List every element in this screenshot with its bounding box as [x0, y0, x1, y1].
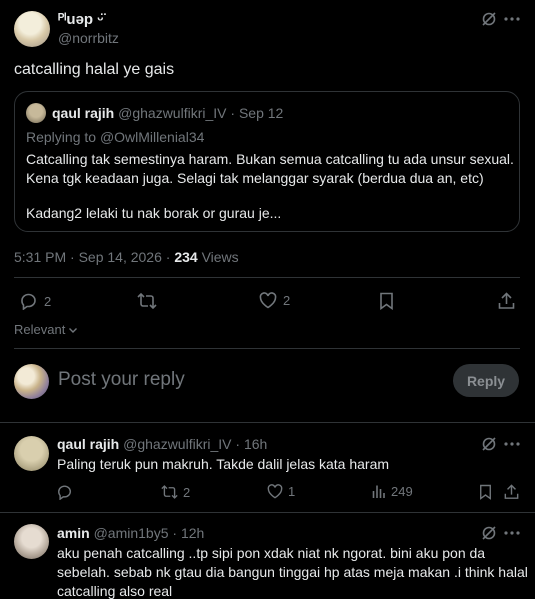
reply-2-handle[interactable]: @amin1by5	[94, 525, 169, 541]
repost-button[interactable]	[137, 292, 157, 310]
sort-dropdown[interactable]: Relevant	[14, 322, 78, 337]
reply-1-bookmark-button[interactable]	[479, 484, 492, 500]
views-count: 234	[174, 249, 198, 265]
divider	[0, 512, 535, 513]
reply-2-avatar[interactable]	[14, 524, 49, 559]
sort-label: Relevant	[14, 322, 66, 337]
divider	[14, 277, 520, 278]
grok-icon[interactable]	[480, 10, 498, 28]
reply-1-handle[interactable]: @ghazwulfikri_IV	[123, 436, 231, 452]
repost-icon	[161, 485, 178, 499]
reply-2-author-name[interactable]: amin	[57, 525, 90, 541]
reply-icon	[21, 293, 36, 310]
quote-text-line-1: Catcalling tak semestinya haram. Bukan s…	[26, 151, 514, 167]
reply-1-share-button[interactable]	[504, 484, 519, 500]
tweet-timestamp[interactable]: 5:31 PM · Sep 14, 2026 ·	[14, 249, 174, 265]
reply-1-views-count: 249	[391, 484, 413, 499]
reply-2-time[interactable]: · 12h	[169, 525, 204, 541]
reply-1-time[interactable]: · 16h	[232, 436, 267, 452]
reply-1-repost-count: 2	[183, 484, 191, 500]
share-icon	[504, 484, 519, 499]
tweet-text: catcalling halal ye gais	[14, 61, 175, 78]
quote-text-line-3: Kadang2 lelaki tu nak borak or gurau je.…	[26, 205, 282, 221]
my-avatar[interactable]	[14, 364, 49, 399]
bookmark-icon	[480, 484, 491, 500]
like-icon	[267, 484, 283, 499]
replying-to-handle[interactable]: @OwlMillenial34	[100, 129, 204, 145]
reply-2-text-line-1: aku penah catcalling ..tp sipi pon xdak …	[57, 545, 486, 561]
reply-1-like-count: 1	[288, 484, 296, 499]
reply-icon	[58, 485, 72, 500]
more-options-icon[interactable]	[503, 10, 521, 28]
quote-date: · Sep 12	[226, 105, 284, 121]
divider	[14, 348, 520, 349]
views-icon	[372, 485, 385, 498]
reply-input[interactable]: Post your reply	[58, 369, 185, 391]
reply-1-text: Paling teruk pun makruh. Takde dalil jel…	[57, 456, 390, 472]
author-handle[interactable]: @norrbitz	[58, 30, 119, 46]
divider	[0, 422, 535, 423]
quote-author-name: qaul rajih	[52, 105, 115, 121]
reply-button[interactable]: 2	[20, 292, 51, 310]
share-button[interactable]	[498, 292, 515, 310]
like-count: 2	[283, 293, 291, 308]
grok-icon[interactable]	[480, 435, 498, 453]
share-icon	[498, 292, 515, 309]
bookmark-button[interactable]	[379, 292, 394, 310]
like-button[interactable]: 2	[259, 292, 290, 309]
replying-to-label: Replying to	[26, 129, 100, 145]
reply-1-reply-button[interactable]	[57, 484, 73, 500]
quote-text-line-2: Kena tgk keadaan juga. Selagi tak melang…	[26, 170, 484, 186]
reply-2-text-line-3: catcalling also real	[57, 583, 173, 599]
reply-1-avatar[interactable]	[14, 436, 49, 471]
bookmark-icon	[380, 292, 393, 310]
quote-author-handle: @ghazwulfikri_IV	[118, 105, 227, 121]
quote-card[interactable]: qaul rajih @ghazwulfikri_IV · Sep 12 Rep…	[14, 91, 520, 232]
reply-1-like-button[interactable]: 1	[267, 484, 295, 499]
repost-icon	[137, 292, 157, 310]
views-label: Views	[197, 249, 239, 265]
quote-author-avatar	[26, 103, 46, 123]
grok-icon[interactable]	[480, 524, 498, 542]
reply-2-text-line-2: sebelah. sebab nk gtau dia bangun tingga…	[57, 564, 528, 580]
author-avatar[interactable]	[14, 11, 50, 47]
reply-1-views-button[interactable]: 249	[372, 484, 413, 499]
reply-count: 2	[44, 293, 52, 309]
reply-1-author-name[interactable]: qaul rajih	[57, 436, 119, 452]
more-options-icon[interactable]	[503, 524, 521, 542]
reply-1-repost-button[interactable]: 2	[161, 484, 190, 500]
chevron-down-icon	[69, 327, 78, 333]
reply-submit-button[interactable]: Reply	[453, 364, 519, 397]
like-icon	[259, 292, 277, 309]
more-options-icon[interactable]	[503, 435, 521, 453]
author-name[interactable]: ᴾˡuǝp ᵕ̈	[58, 11, 103, 28]
